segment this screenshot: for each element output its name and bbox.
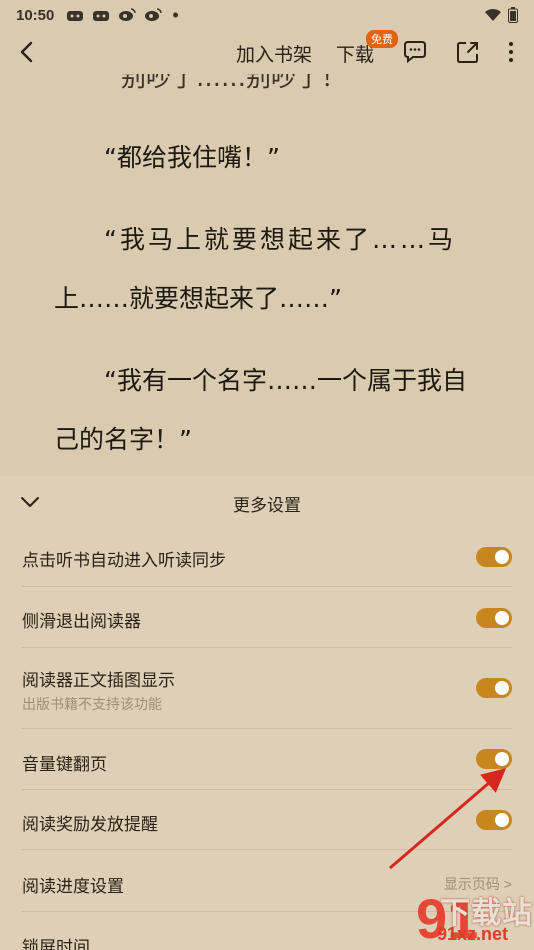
notification-dot: • bbox=[172, 5, 179, 25]
toggle-switch[interactable] bbox=[476, 810, 512, 830]
text-line: “别吵了……别吵了！” bbox=[108, 74, 359, 92]
toggle-knob bbox=[495, 550, 509, 564]
weibo-icon bbox=[119, 8, 137, 21]
toggle-knob bbox=[495, 752, 509, 766]
setting-label: 点击听书自动进入听读同步 bbox=[22, 551, 226, 570]
toggle-knob bbox=[495, 681, 509, 695]
text-line: “都给我住嘴！” bbox=[104, 143, 280, 172]
setting-label: 锁屏时间 bbox=[22, 938, 90, 950]
text-line: 上……就要想起来了……” bbox=[54, 284, 342, 313]
wifi-icon bbox=[485, 8, 501, 21]
more-icon[interactable] bbox=[497, 38, 525, 66]
setting-auto-listen-sync[interactable]: 点击听书自动进入听读同步 bbox=[22, 528, 512, 587]
setting-label: 音量键翻页 bbox=[22, 755, 107, 774]
status-time: 10:50 bbox=[16, 6, 55, 24]
watermark-url: 91xz.net bbox=[437, 924, 509, 944]
reader-content[interactable]: “别吵了……别吵了！” “都给我住嘴！” “我马上就要想起来了……马 上……就要… bbox=[0, 74, 534, 476]
add-to-shelf-button[interactable]: 加入书架 bbox=[236, 40, 312, 67]
setting-label: 阅读奖励发放提醒 bbox=[22, 815, 158, 834]
setting-inline-images[interactable]: 阅读器正文插图显示 出版书籍不支持该功能 bbox=[22, 648, 512, 729]
comment-icon[interactable] bbox=[401, 38, 429, 66]
game-icon bbox=[67, 11, 84, 21]
text-line: 己的名字！” bbox=[54, 425, 192, 454]
toggle-switch[interactable] bbox=[476, 547, 512, 567]
toggle-switch[interactable] bbox=[476, 608, 512, 628]
toggle-switch[interactable] bbox=[476, 678, 512, 698]
more-settings-sheet: 更多设置 点击听书自动进入听读同步 侧滑退出阅读器 阅读器正文插图显示 出版书籍… bbox=[0, 476, 534, 950]
back-icon[interactable] bbox=[14, 38, 42, 66]
text-line: “我马上就要想起来了……马 bbox=[104, 225, 456, 254]
setting-label: 阅读进度设置 bbox=[22, 877, 124, 896]
setting-sublabel: 出版书籍不支持该功能 bbox=[22, 696, 162, 712]
battery-icon bbox=[508, 7, 518, 23]
setting-volume-key-page[interactable]: 音量键翻页 bbox=[22, 729, 512, 790]
reader-toolbar: 加入书架 下载 免费 bbox=[0, 30, 534, 74]
text-line: “我有一个名字……一个属于我自 bbox=[104, 366, 467, 395]
weibo-icon bbox=[145, 8, 163, 21]
setting-reward-reminder[interactable]: 阅读奖励发放提醒 bbox=[22, 790, 512, 850]
setting-label: 阅读器正文插图显示 bbox=[22, 671, 175, 690]
game-icon bbox=[93, 11, 110, 21]
setting-swipe-exit[interactable]: 侧滑退出阅读器 bbox=[22, 587, 512, 648]
sheet-header: 更多设置 bbox=[0, 476, 534, 528]
toggle-knob bbox=[495, 611, 509, 625]
share-icon[interactable] bbox=[454, 38, 482, 66]
status-bar: 10:50 • bbox=[0, 0, 534, 30]
toggle-knob bbox=[495, 813, 509, 827]
sheet-title: 更多设置 bbox=[233, 496, 301, 515]
setting-label: 侧滑退出阅读器 bbox=[22, 612, 141, 631]
free-badge: 免费 bbox=[366, 30, 398, 48]
toggle-switch[interactable] bbox=[476, 749, 512, 769]
